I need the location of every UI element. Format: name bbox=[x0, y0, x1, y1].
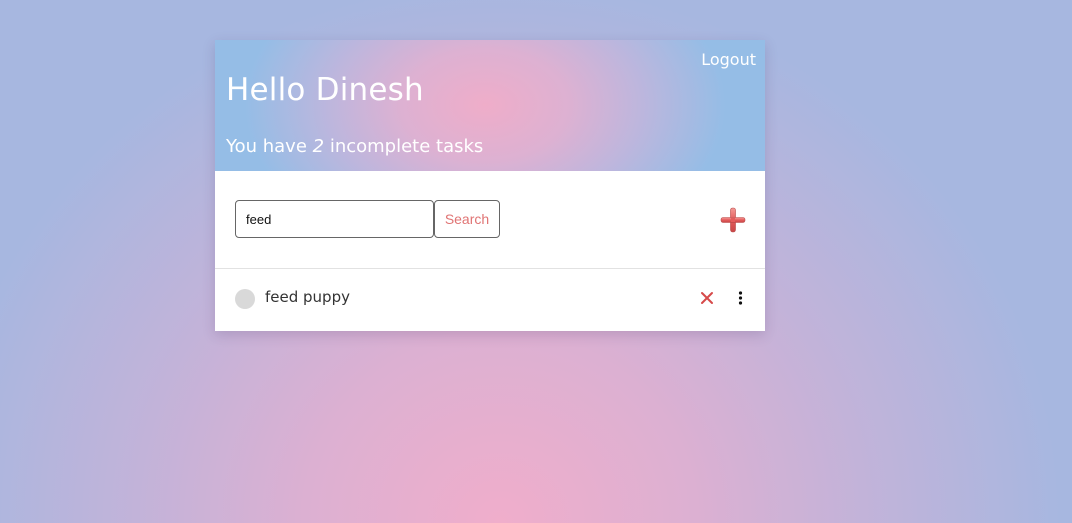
logout-link[interactable]: Logout bbox=[701, 50, 756, 69]
todo-card: Logout Hello Dinesh You have 2 incomplet… bbox=[215, 40, 765, 331]
greeting-title: Hello Dinesh bbox=[226, 72, 424, 108]
add-task-button[interactable] bbox=[720, 207, 746, 233]
task-complete-toggle[interactable] bbox=[235, 289, 255, 309]
delete-task-button[interactable] bbox=[700, 290, 714, 304]
task-menu-button[interactable] bbox=[735, 290, 746, 306]
incomplete-count: 2 bbox=[312, 136, 325, 157]
card-header: Logout Hello Dinesh You have 2 incomplet… bbox=[215, 40, 765, 171]
plus-icon bbox=[720, 207, 746, 233]
search-toolbar: Search bbox=[215, 171, 765, 269]
summary-prefix: You have bbox=[226, 136, 313, 157]
task-row: feed puppy bbox=[215, 269, 765, 330]
search-button[interactable]: Search bbox=[434, 200, 500, 238]
close-icon bbox=[701, 292, 713, 304]
kebab-menu-icon bbox=[738, 291, 743, 305]
task-summary: You have 2 incomplete tasks bbox=[226, 136, 483, 157]
summary-suffix: incomplete tasks bbox=[324, 136, 484, 157]
search-input[interactable] bbox=[235, 200, 434, 238]
task-text: feed puppy bbox=[265, 288, 350, 306]
